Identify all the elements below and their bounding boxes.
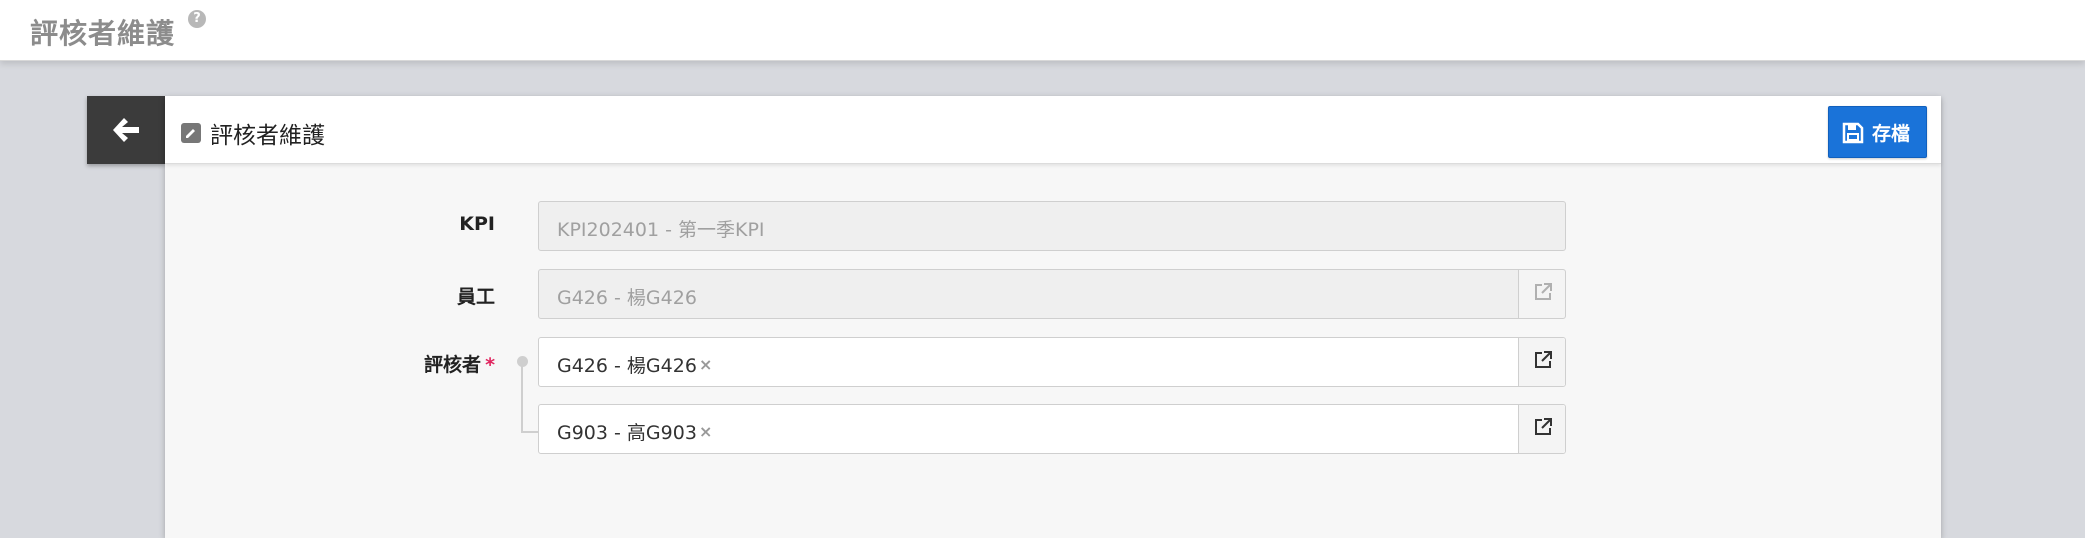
floppy-disk-icon — [1842, 122, 1864, 144]
tree-connector-line — [521, 366, 523, 432]
employee-field: G426 - 楊G426 — [538, 269, 1566, 319]
save-button-label: 存檔 — [1872, 123, 1911, 145]
back-button[interactable] — [87, 96, 165, 164]
employee-label: 員工 — [456, 286, 495, 308]
tree-connector-branch — [521, 431, 538, 433]
reviewer-field-2[interactable]: G903 - 高G903 × — [538, 404, 1566, 454]
panel-header: 評核者維護 存檔 — [165, 96, 1941, 164]
kpi-field: KPI202401 - 第一季KPI — [538, 201, 1566, 251]
question-circle-icon[interactable]: ? — [188, 10, 206, 28]
top-bar: 評核者維護 ? — [0, 0, 2085, 61]
kpi-value: KPI202401 - 第一季KPI — [557, 219, 765, 241]
page-title: 評核者維護 — [30, 17, 176, 50]
kpi-label: KPI — [459, 213, 495, 235]
employee-open-link-button[interactable] — [1518, 270, 1565, 318]
reviewers-label-text: 評核者 — [424, 354, 482, 376]
arrow-left-icon — [113, 118, 139, 142]
external-link-icon — [1535, 351, 1552, 368]
employee-value: G426 - 楊G426 — [557, 287, 697, 309]
remove-reviewer-1-button[interactable]: × — [699, 355, 712, 374]
required-mark: * — [485, 354, 495, 376]
reviewer-field-1[interactable]: G426 - 楊G426 × — [538, 337, 1566, 387]
reviewer-1-value: G426 - 楊G426 — [557, 355, 697, 377]
reviewer-2-value: G903 - 高G903 — [557, 422, 697, 444]
remove-reviewer-2-button[interactable]: × — [699, 422, 712, 441]
reviewer-1-open-link-button[interactable] — [1518, 338, 1565, 386]
external-link-icon — [1535, 418, 1552, 435]
panel-title: 評核者維護 — [210, 123, 325, 149]
reviewer-2-open-link-button[interactable] — [1518, 405, 1565, 453]
save-button[interactable]: 存檔 — [1828, 106, 1927, 158]
external-link-icon — [1535, 283, 1552, 300]
reviewers-label: 評核者 * — [165, 350, 495, 377]
pencil-square-icon — [181, 123, 201, 143]
